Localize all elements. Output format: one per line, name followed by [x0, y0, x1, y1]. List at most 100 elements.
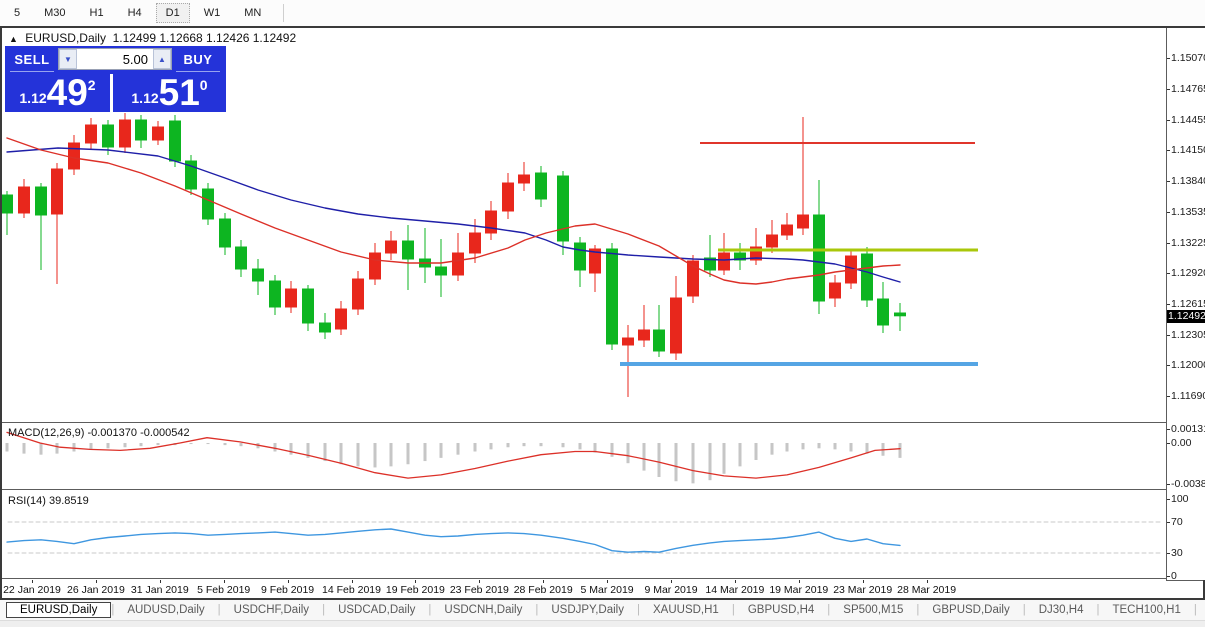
- date-tick: [95, 580, 97, 583]
- tab-xauusd-h1[interactable]: XAUUSD,H1: [640, 602, 732, 618]
- volume-input[interactable]: 5.00: [77, 49, 153, 69]
- tab-tech100-h1[interactable]: TECH100,H1: [1099, 602, 1193, 618]
- tab-usdjpy-daily[interactable]: USDJPY,Daily: [538, 602, 637, 618]
- date-axis-label: 9 Mar 2019: [644, 584, 698, 596]
- sell-button[interactable]: SELL: [8, 48, 56, 70]
- buy-price-panel[interactable]: 1.12 51 0: [113, 74, 226, 112]
- macd-histogram-bar: [489, 443, 493, 450]
- price-axis[interactable]: 1.15070 1.14765 1.14455 1.14150 1.13840 1.135…: [1167, 28, 1205, 582]
- date-axis-label: 19 Feb 2019: [385, 584, 445, 596]
- sell-price-sup: 2: [87, 77, 96, 93]
- macd-histogram-bar: [708, 443, 712, 481]
- axis-tick: [1167, 211, 1170, 213]
- macd-histogram-bar: [801, 443, 805, 450]
- axis-tick: [1167, 396, 1170, 397]
- candle: [435, 239, 447, 297]
- timeframe-button-w1[interactable]: W1: [194, 3, 231, 23]
- axis-tick: [1167, 242, 1170, 244]
- macd-histogram-bar: [206, 443, 210, 445]
- macd-histogram-bar: [785, 443, 789, 452]
- axis-tick: [1167, 150, 1170, 151]
- candle: [319, 313, 331, 339]
- macd-histogram-bar: [123, 443, 127, 448]
- timeframe-button-m30[interactable]: M30: [34, 3, 75, 23]
- candle: [452, 233, 464, 281]
- macd-histogram-bar: [539, 443, 543, 447]
- tab-sp500-m15[interactable]: SP500,M15: [830, 602, 916, 618]
- candle: [557, 171, 569, 255]
- timeframe-button-mn[interactable]: MN: [234, 3, 271, 23]
- date-axis[interactable]: 22 Jan 2019 26 Jan 2019 31 Jan 2019 5 Feb 2…: [2, 580, 1166, 598]
- tab-usdcnh-daily[interactable]: USDCNH,Daily: [431, 602, 535, 618]
- macd-histogram-bar: [239, 443, 243, 447]
- date-axis-label: 9 Feb 2019: [261, 584, 315, 596]
- sell-price-panel[interactable]: 1.12 49 2: [5, 74, 110, 112]
- candle: [352, 271, 364, 315]
- price-axis-label: 1.14765: [1171, 82, 1205, 95]
- axis-tick: [1167, 303, 1170, 305]
- macd-histogram-bar: [5, 443, 9, 452]
- candle: [202, 183, 214, 225]
- price-axis-label: 1.11690: [1171, 390, 1205, 402]
- timeframe-button-h4[interactable]: H4: [118, 3, 152, 23]
- sell-price-prefix: 1.12: [19, 90, 47, 106]
- price-axis-label: 1.14150: [1171, 144, 1205, 156]
- price-axis-label: 1.12000: [1171, 359, 1205, 371]
- candle: [574, 237, 586, 287]
- symbol-tab-bar: EURUSD,Daily | AUDUSD,Daily | USDCHF,Daily | U…: [0, 600, 1205, 620]
- tab-gbpusd-daily[interactable]: GBPUSD,Daily: [919, 602, 1022, 618]
- price-axis-label: 1.13225: [1171, 236, 1205, 249]
- candle: [402, 225, 414, 290]
- macd-histogram-bar: [22, 443, 26, 454]
- price-axis-label: 1.13535: [1171, 205, 1205, 218]
- price-axis-label: 1.12305: [1171, 328, 1205, 341]
- axis-tick: [1167, 58, 1170, 59]
- collapse-icon[interactable]: ▲: [9, 34, 18, 44]
- macd-histogram-bar: [439, 443, 443, 458]
- rsi-axis-label: 100: [1171, 492, 1189, 505]
- tab-gbpusd-h4[interactable]: GBPUSD,H4: [735, 602, 827, 618]
- tab-eurusd-daily[interactable]: EURUSD,Daily: [6, 602, 112, 618]
- macd-axis-label: 0.00: [1171, 437, 1192, 449]
- axis-tick: [1167, 443, 1170, 444]
- macd-histogram-bar: [139, 443, 143, 447]
- tab-usdcad-daily[interactable]: USDCAD,Daily: [325, 602, 428, 618]
- candle: [781, 213, 793, 240]
- volume-increase-button[interactable]: ▲: [153, 49, 171, 69]
- rsi-pane[interactable]: [2, 491, 1166, 578]
- macd-histogram-bar: [406, 443, 410, 465]
- volume-decrease-button[interactable]: ▼: [59, 49, 77, 69]
- macd-histogram-bar: [423, 443, 427, 462]
- date-axis-label: 22 Jan 2019: [3, 584, 61, 596]
- macd-histogram-bar: [273, 443, 277, 452]
- macd-histogram-bar: [373, 443, 377, 468]
- buy-price-sup: 0: [199, 77, 208, 93]
- chevron-down-icon: ▼: [64, 54, 72, 64]
- candle: [385, 231, 397, 260]
- axis-tick: [1167, 498, 1170, 500]
- macd-histogram-bar: [898, 443, 902, 458]
- tab-audusd-daily[interactable]: AUDUSD,Daily: [114, 602, 217, 618]
- macd-label: MACD(12,26,9) -0.001370 -0.000542: [8, 427, 190, 439]
- axis-tick: [1167, 576, 1170, 578]
- tab-ul[interactable]: Ul: [1197, 602, 1205, 618]
- rsi-axis-label: 70: [1171, 516, 1183, 528]
- macd-histogram-bar: [833, 443, 837, 450]
- macd-histogram-bar: [657, 443, 661, 477]
- date-axis-label: 26 Jan 2019: [66, 584, 125, 596]
- buy-button[interactable]: BUY: [174, 48, 222, 70]
- rsi-line: [6, 528, 901, 553]
- candle: [419, 228, 431, 283]
- tab-dj30-h4[interactable]: DJ30,H4: [1026, 602, 1097, 618]
- timeframe-button-h1[interactable]: H1: [80, 3, 114, 23]
- candle: [861, 247, 873, 307]
- timeframe-button-d1[interactable]: D1: [155, 3, 190, 23]
- candle: [252, 259, 264, 295]
- timeframe-button-5[interactable]: 5: [4, 3, 30, 23]
- macd-histogram-bar: [674, 443, 678, 482]
- macd-histogram-bar: [223, 443, 227, 446]
- tab-usdchf-daily[interactable]: USDCHF,Daily: [221, 602, 322, 618]
- bottom-strip: [0, 620, 1205, 627]
- date-tick: [351, 580, 353, 583]
- date-tick: [798, 580, 800, 583]
